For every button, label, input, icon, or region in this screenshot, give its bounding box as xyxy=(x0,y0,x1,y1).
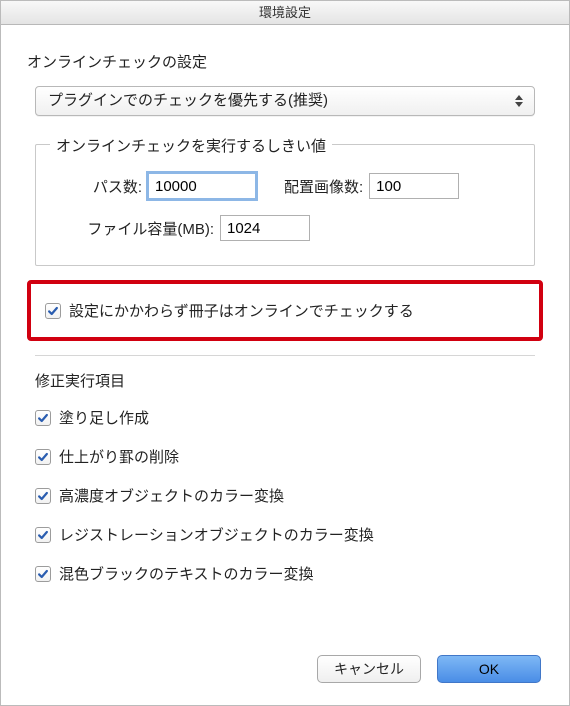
fix-registration-checkbox[interactable] xyxy=(35,527,51,543)
cancel-button[interactable]: キャンセル xyxy=(317,655,421,683)
fix-trim-checkbox[interactable] xyxy=(35,449,51,465)
check-method-select[interactable]: プラグインでのチェックを優先する(推奨) xyxy=(35,86,535,116)
divider xyxy=(35,355,535,356)
image-count-label: 配置画像数: xyxy=(284,176,363,197)
filesize-input[interactable] xyxy=(220,215,310,241)
fix-trim-label: 仕上がり罫の削除 xyxy=(59,446,179,467)
path-count-input[interactable] xyxy=(148,173,256,199)
fix-density-label: 高濃度オブジェクトのカラー変換 xyxy=(59,485,284,506)
fix-mixedblack-checkbox[interactable] xyxy=(35,566,51,582)
fix-mixedblack-label: 混色ブラックのテキストのカラー変換 xyxy=(59,563,314,584)
checkmark-icon xyxy=(37,568,49,580)
fix-density-checkbox[interactable] xyxy=(35,488,51,504)
checkmark-icon xyxy=(37,529,49,541)
select-arrows-icon xyxy=(509,89,529,113)
check-method-select-value: プラグインでのチェックを優先する(推奨) xyxy=(35,86,535,116)
window-title: 環境設定 xyxy=(1,1,569,25)
checkmark-icon xyxy=(37,451,49,463)
fix-bleed-checkbox[interactable] xyxy=(35,410,51,426)
highlight-box: 設定にかかわらず冊子はオンラインでチェックする xyxy=(27,280,543,341)
fix-bleed-label: 塗り足し作成 xyxy=(59,407,149,428)
fix-registration-label: レジストレーションオブジェクトのカラー変換 xyxy=(59,524,374,545)
online-check-section-label: オンラインチェックの設定 xyxy=(27,51,543,72)
ok-button[interactable]: OK xyxy=(437,655,541,683)
path-count-label: パス数: xyxy=(54,176,142,197)
threshold-fieldset: オンラインチェックを実行するしきい値 パス数: 配置画像数: ファイル容量(MB… xyxy=(35,144,535,266)
image-count-input[interactable] xyxy=(369,173,459,199)
checkmark-icon xyxy=(37,490,49,502)
filesize-label: ファイル容量(MB): xyxy=(54,218,214,239)
fixes-section-label: 修正実行項目 xyxy=(35,370,543,391)
always-online-label: 設定にかかわらず冊子はオンラインでチェックする xyxy=(69,300,414,321)
checkmark-icon xyxy=(37,412,49,424)
content-area: オンラインチェックの設定 プラグインでのチェックを優先する(推奨) オンラインチ… xyxy=(1,25,569,604)
threshold-legend: オンラインチェックを実行するしきい値 xyxy=(50,135,332,156)
checkmark-icon xyxy=(47,305,59,317)
always-online-checkbox[interactable] xyxy=(45,303,61,319)
fixes-list: 塗り足し作成 仕上がり罫の削除 高濃度オブジェクトのカラー変換 レジストレーショ… xyxy=(35,407,543,584)
button-row: キャンセル OK xyxy=(317,655,541,683)
preferences-window: 環境設定 オンラインチェックの設定 プラグインでのチェックを優先する(推奨) オ… xyxy=(0,0,570,706)
